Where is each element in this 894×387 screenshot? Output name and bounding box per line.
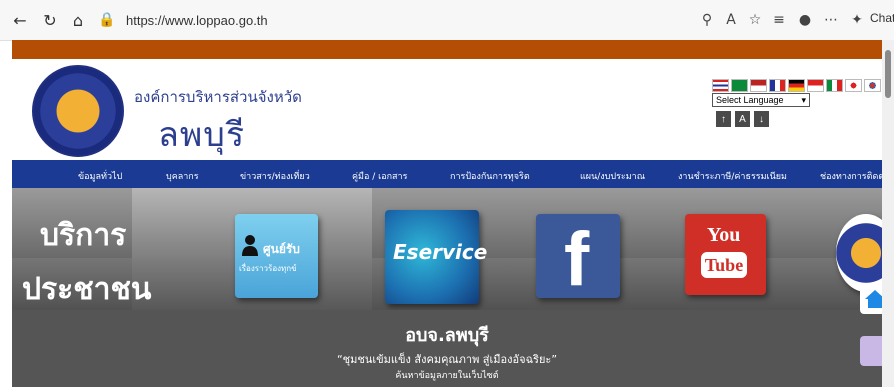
page-scrollbar[interactable] bbox=[882, 40, 894, 387]
profile-icon[interactable]: ● bbox=[794, 9, 816, 31]
facebook-icon: f bbox=[564, 217, 590, 302]
main-menu: ข้อมูลทั่วไป บุคลากร ข่าวสาร/ท่องเที่ยว … bbox=[12, 160, 882, 188]
scroll-thumb[interactable] bbox=[885, 50, 891, 98]
flag-thai-icon[interactable] bbox=[712, 79, 729, 92]
site-name: อบจ.ลพบุรี bbox=[405, 325, 489, 346]
org-name-big: ลพบุรี bbox=[158, 115, 246, 155]
more-icon[interactable]: ⋯ bbox=[820, 9, 842, 31]
flag-icon[interactable] bbox=[807, 79, 824, 92]
read-aloud-icon[interactable]: A bbox=[720, 9, 742, 31]
lock-icon: 🔒 bbox=[98, 12, 116, 28]
favorites-list-icon[interactable]: ≡ bbox=[768, 9, 790, 31]
zoom-icon[interactable]: ⚲ bbox=[696, 9, 718, 31]
eservice-button[interactable]: Eservice bbox=[385, 210, 487, 304]
menu-item-news[interactable]: ข่าวสาร/ท่องเที่ยว bbox=[240, 169, 310, 183]
chat-label[interactable]: Chat bbox=[870, 11, 894, 25]
slogan: “ชุมชนเข้มแข็ง สังคมคุณภาพ สู่เมืองอัจฉร… bbox=[336, 353, 558, 366]
facebook-button[interactable]: f bbox=[536, 214, 620, 298]
youtube-tube-text: Tube bbox=[701, 252, 747, 278]
eservice-label: Eservice bbox=[393, 240, 488, 264]
top-strip bbox=[12, 40, 882, 59]
banner-title-line1: บริการ bbox=[40, 218, 127, 253]
menu-item-budget[interactable]: แผน/งบประมาณ bbox=[580, 169, 645, 183]
browser-toolbar: ← ↻ ⌂ 🔒 https://www.loppao.go.th ⚲ A ☆ ≡… bbox=[0, 0, 894, 41]
flag-icon[interactable] bbox=[769, 79, 786, 92]
font-decrease-button[interactable]: ↓ bbox=[754, 111, 769, 127]
web-page: องค์การบริหารส่วนจังหวัด ลพบุรี Select L… bbox=[12, 40, 882, 387]
person-icon bbox=[242, 235, 258, 256]
youtube-you-text: You bbox=[707, 224, 741, 246]
site-intro-band: อบจ.ลพบุรี “ชุมชนเข้มแข็ง สังคมคุณภาพ สู… bbox=[12, 310, 882, 387]
flag-icon[interactable] bbox=[864, 79, 881, 92]
flag-icon[interactable] bbox=[731, 79, 748, 92]
font-increase-button[interactable]: ↑ bbox=[716, 111, 731, 127]
complaint-title: ศูนย์รับ bbox=[263, 242, 300, 256]
language-select-value: Select Language bbox=[716, 95, 784, 105]
chevron-down-icon: ▾ bbox=[801, 94, 806, 105]
menu-item-manuals[interactable]: คู่มือ / เอกสาร bbox=[352, 169, 407, 183]
flag-icon[interactable] bbox=[845, 79, 862, 92]
menu-item-anticorruption[interactable]: การป้องกันการทุจริต bbox=[450, 169, 530, 183]
complaint-center-button[interactable]: ศูนย์รับ เรื่องราวร้องทุกข์ bbox=[235, 214, 318, 298]
site-header: องค์การบริหารส่วนจังหวัด ลพบุรี Select L… bbox=[12, 59, 882, 160]
font-size-controls: ↑ A ↓ bbox=[716, 111, 769, 127]
org-logo[interactable] bbox=[32, 65, 124, 157]
menu-item-personnel[interactable]: บุคลากร bbox=[166, 169, 199, 183]
flag-icon[interactable] bbox=[750, 79, 767, 92]
menu-item-general[interactable]: ข้อมูลทั่วไป bbox=[78, 169, 122, 183]
org-name-small: องค์การบริหารส่วนจังหวัด bbox=[134, 88, 302, 106]
flag-icon[interactable] bbox=[788, 79, 805, 92]
language-flags bbox=[712, 79, 882, 92]
search-label: ค้นหาข้อมูลภายในเว็บไซต์ bbox=[395, 371, 499, 381]
address-bar[interactable]: 🔒 https://www.loppao.go.th bbox=[96, 7, 736, 33]
service-banner: บริการ ประชาชน ศูนย์รับ เรื่องราวร้องทุก… bbox=[12, 188, 882, 310]
youtube-button[interactable]: You Tube bbox=[685, 214, 766, 295]
home-icon[interactable]: ⌂ bbox=[66, 8, 90, 32]
url-text: https://www.loppao.go.th bbox=[126, 12, 268, 28]
refresh-icon[interactable]: ↻ bbox=[38, 8, 62, 32]
banner-title-line2: ประชาชน bbox=[22, 272, 152, 307]
menu-item-contact[interactable]: ช่องทางการติดต่อ bbox=[820, 169, 882, 183]
flag-icon[interactable] bbox=[826, 79, 843, 92]
complaint-subtitle: เรื่องราวร้องทุกข์ bbox=[239, 264, 297, 273]
language-select[interactable]: Select Language ▾ bbox=[712, 93, 810, 107]
favorite-icon[interactable]: ☆ bbox=[744, 9, 766, 31]
copilot-icon[interactable]: ✦ bbox=[846, 9, 868, 31]
back-icon[interactable]: ← bbox=[8, 8, 32, 32]
menu-item-tax[interactable]: งานชำระภาษี/ค่าธรรมเนียม bbox=[678, 169, 787, 183]
font-reset-button[interactable]: A bbox=[735, 111, 750, 127]
